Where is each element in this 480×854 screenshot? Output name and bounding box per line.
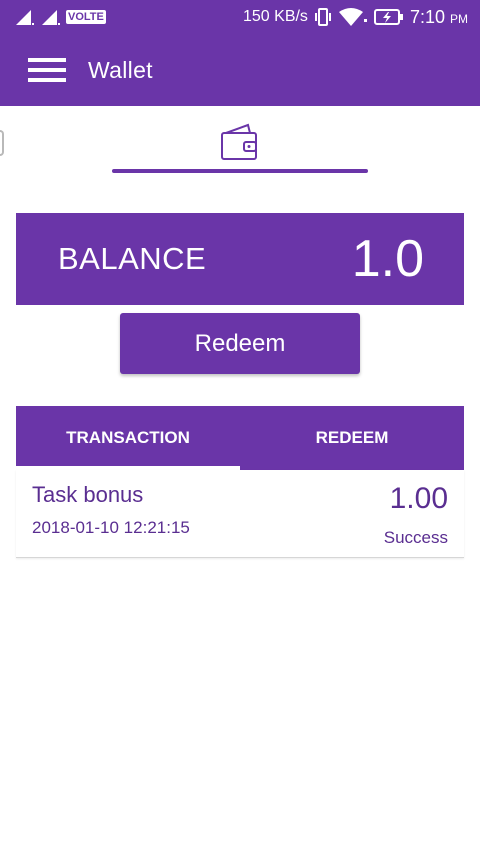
partial-tab-icon [0,130,4,156]
signal-icon [16,10,34,25]
wallet-icon[interactable] [218,123,262,161]
clock-time: 7:10 [409,6,445,27]
network-speed: 150 KB/s [243,8,308,25]
vibrate-icon [314,8,331,26]
transaction-description: Task bonus [32,482,144,507]
transaction-amount: 1.00 [389,482,448,515]
history-tabs: TRANSACTION REDEEM [16,406,464,470]
wifi-icon [338,8,367,26]
page-title: Wallet [88,56,153,83]
status-bar-right: 150 KB/s 7:10 PM [243,7,468,28]
transaction-status: Success [383,528,448,547]
app-toolbar: Wallet [0,34,480,106]
tab-transaction[interactable]: TRANSACTION [16,406,240,470]
transaction-row[interactable]: Task bonus 2018-01-10 12:21:15 1.00 Succ… [16,470,464,558]
signal-icon [42,10,60,25]
status-bar: VOLTE 150 KB/s 7:10 PM [0,0,480,34]
status-bar-left: VOLTE [14,8,106,26]
tab-redeem[interactable]: REDEEM [240,406,464,470]
wallet-screen: VOLTE 150 KB/s 7:10 PM Wallet BALANCE 1.… [0,0,480,854]
transaction-date: 2018-01-10 12:21:15 [32,518,190,537]
balance-value: 1.0 [351,230,424,288]
balance-label: BALANCE [58,241,207,276]
tab-indicator [112,169,368,173]
balance-card: BALANCE 1.0 [16,213,464,305]
clock: 7:10 PM [410,7,468,28]
hamburger-menu-icon[interactable] [28,56,66,84]
clock-ampm: PM [450,11,468,26]
volte-badge: VOLTE [66,10,106,24]
redeem-button[interactable]: Redeem [120,313,360,374]
battery-charging-icon [373,9,403,25]
